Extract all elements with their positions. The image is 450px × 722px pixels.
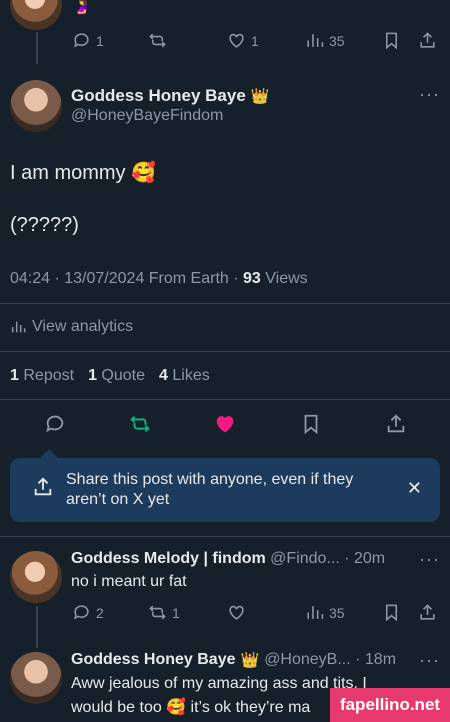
likes-number: 4: [159, 367, 168, 384]
tweet-text-line2: (?????): [10, 214, 79, 236]
divider: [0, 399, 450, 400]
repost-icon: [149, 33, 166, 48]
like-count: 1: [251, 32, 259, 49]
author-handle[interactable]: @HoneyB... · 18m: [264, 651, 396, 669]
author-handle[interactable]: @Findo... · 20m: [270, 550, 385, 567]
thread-line: [36, 606, 38, 648]
share-banner-text: Share this post with anyone, even if the…: [66, 471, 354, 508]
share-icon: [420, 604, 435, 620]
like-button[interactable]: [227, 603, 246, 622]
bookmark-icon: [385, 32, 398, 50]
avatar[interactable]: [10, 551, 62, 603]
thread-line: [36, 32, 38, 64]
reply-header: Goddess Melody | findom @Findo... · 20m: [71, 550, 385, 568]
share-button[interactable]: [418, 31, 437, 50]
reply-header: Goddess Honey Baye 👑 @HoneyB... · 18m: [71, 651, 396, 669]
more-options-icon[interactable]: ···: [419, 84, 440, 105]
quotes-label: Quote: [101, 367, 146, 384]
close-icon[interactable]: ✕: [407, 478, 422, 499]
views-button[interactable]: 35: [305, 603, 345, 622]
heart-icon: [216, 416, 234, 433]
share-button[interactable]: [418, 603, 437, 622]
reply-text-line2: would be too 🥰 it’s ok they’re ma: [71, 699, 311, 716]
tweet-text-line1: I am mommy 🥰: [10, 162, 157, 184]
view-analytics-link[interactable]: View analytics: [10, 318, 133, 336]
engagement-stats: 1 Repost 1 Quote 4 Likes: [10, 367, 210, 385]
heart-icon: [229, 605, 244, 620]
quotes-number: 1: [88, 367, 97, 384]
like-button[interactable]: 1: [227, 31, 259, 50]
more-options-icon[interactable]: ···: [419, 650, 440, 671]
reposts-stat[interactable]: 1 Repost: [10, 367, 74, 385]
bookmark-icon: [385, 604, 398, 622]
avatar[interactable]: [10, 652, 62, 704]
likes-label: Likes: [172, 367, 210, 384]
divider: [0, 351, 450, 352]
views-count: 35: [329, 32, 345, 49]
analytics-icon: [11, 321, 26, 333]
watermark: fapellino.net: [330, 688, 450, 722]
bookmark-button[interactable]: [382, 31, 401, 50]
reply-count: 1: [96, 32, 104, 49]
divider: [0, 536, 450, 537]
views-number: 93: [243, 270, 261, 287]
quotes-stat[interactable]: 1 Quote: [88, 367, 145, 385]
more-options-icon[interactable]: ···: [419, 549, 440, 570]
repost-icon: [130, 415, 150, 433]
author-name[interactable]: Goddess Melody | findom: [71, 550, 266, 567]
crown-emoji: 👑: [250, 88, 270, 105]
reply-icon: [46, 415, 64, 433]
author-line: Goddess Honey Baye 👑: [71, 86, 269, 106]
share-banner[interactable]: Share this post with anyone, even if the…: [10, 449, 440, 522]
reply-text-line1: Aww jealous of my amazing ass and tits. …: [71, 675, 367, 692]
reply-icon: [73, 33, 89, 48]
heart-icon: [229, 33, 244, 48]
share-icon: [34, 477, 52, 496]
views-label: Views: [265, 270, 308, 287]
author-handle[interactable]: @HoneyBayeFindom: [71, 107, 223, 125]
likes-stat[interactable]: 4 Likes: [159, 367, 210, 385]
repost-button[interactable]: [148, 31, 167, 50]
reposts-number: 1: [10, 367, 19, 384]
bookmark-icon: [304, 414, 318, 435]
bookmark-button[interactable]: [382, 603, 401, 622]
author-name[interactable]: Goddess Honey Baye: [71, 86, 246, 106]
repost-icon: [149, 605, 166, 620]
repost-button[interactable]: [129, 413, 151, 435]
bookmark-button[interactable]: [300, 413, 322, 435]
views-icon: [307, 34, 324, 47]
repost-button[interactable]: 1: [148, 603, 180, 622]
view-analytics-label: View analytics: [32, 318, 134, 335]
views-button[interactable]: 35: [305, 31, 345, 50]
views-icon: [307, 606, 324, 619]
reply-icon: [73, 605, 89, 620]
reply-count: 2: [96, 604, 104, 621]
repost-count: 1: [172, 604, 180, 621]
tweet-meta: 04:24 · 13/07/2024 From Earth · 93 Views: [10, 270, 308, 288]
reply-text: no i meant ur fat: [71, 573, 187, 590]
avatar[interactable]: [10, 80, 62, 132]
reply-button[interactable]: 2: [72, 603, 104, 622]
share-icon: [420, 32, 435, 48]
prev-tweet-emoji: 🤰: [72, 0, 92, 15]
views-count: 35: [329, 604, 345, 621]
share-icon: [387, 414, 405, 433]
divider: [0, 303, 450, 304]
reposts-label: Repost: [23, 367, 75, 384]
crown-emoji: 👑: [240, 652, 260, 669]
avatar[interactable]: [10, 0, 62, 30]
like-button[interactable]: [214, 413, 236, 435]
reply-button[interactable]: 1: [72, 31, 104, 50]
tweet-timestamp[interactable]: 04:24 · 13/07/2024 From Earth ·: [10, 270, 239, 287]
reply-button[interactable]: [44, 413, 66, 435]
author-name[interactable]: Goddess Honey Baye: [71, 651, 236, 669]
share-button[interactable]: [385, 413, 407, 435]
